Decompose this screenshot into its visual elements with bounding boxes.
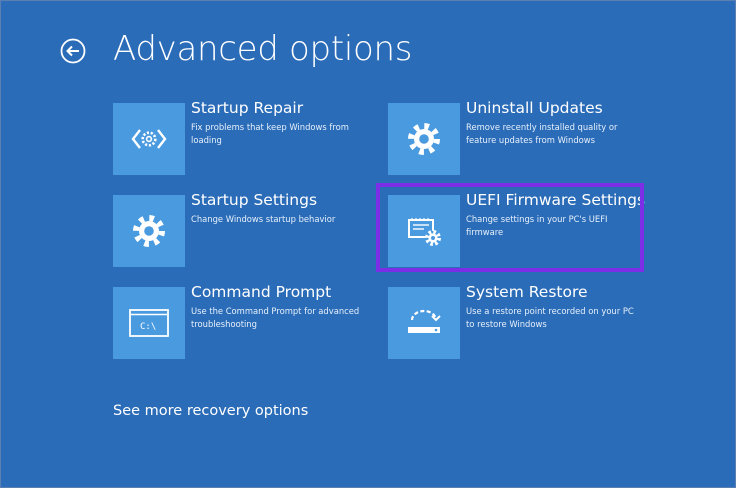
option-command-prompt[interactable]: C:\ Command Prompt Use the Command Promp… (113, 283, 363, 361)
option-description: Change Windows startup behavior (191, 214, 336, 224)
page-title: Advanced options (113, 29, 413, 69)
highlight-box (376, 183, 644, 272)
option-title: Startup Repair (191, 99, 304, 117)
option-startup-settings[interactable]: Startup Settings Change Windows startup … (113, 191, 363, 269)
option-description: Fix problems that keep Windows from load… (191, 122, 349, 145)
option-description: Use a restore point recorded on your PC … (466, 306, 634, 329)
option-title: Command Prompt (191, 283, 332, 301)
option-tile (388, 103, 460, 175)
restore-icon (408, 309, 441, 333)
option-description: Remove recently installed quality or fea… (466, 122, 618, 145)
option-tile (388, 287, 460, 359)
option-uninstall-updates[interactable]: Uninstall Updates Remove recently instal… (388, 99, 638, 177)
command-prompt-text: C:\ (140, 322, 156, 332)
arrow-left-circle-icon (60, 38, 86, 64)
option-tile (113, 103, 185, 175)
gear-icon (408, 123, 440, 155)
option-title: Uninstall Updates (466, 99, 603, 117)
option-tile: C:\ (113, 287, 185, 359)
back-button[interactable] (60, 38, 86, 64)
option-title: Startup Settings (191, 191, 318, 209)
option-system-restore[interactable]: System Restore Use a restore point recor… (388, 283, 638, 361)
option-title: System Restore (466, 283, 588, 301)
option-description: Use the Command Prompt for advanced trou… (191, 306, 360, 329)
option-tile (113, 195, 185, 267)
code-brackets-gear-icon (131, 129, 167, 149)
command-prompt-icon: C:\ (129, 309, 169, 337)
gear-icon (133, 215, 165, 247)
option-startup-repair[interactable]: Startup Repair Fix problems that keep Wi… (113, 99, 363, 177)
see-more-recovery-options-link[interactable]: See more recovery options (113, 401, 308, 421)
